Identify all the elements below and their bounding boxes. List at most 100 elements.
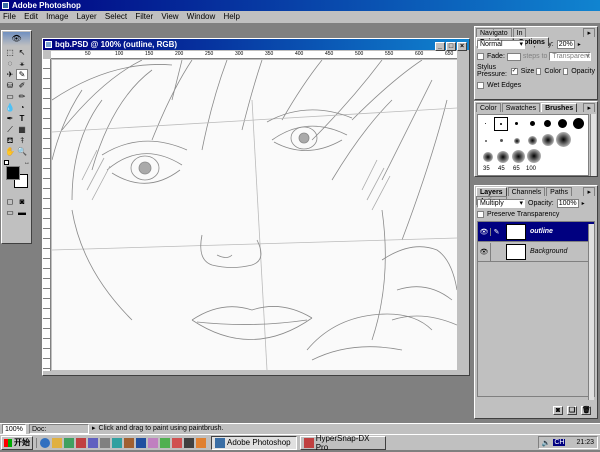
layer-row-outline[interactable]: 👁 ✎ outline — [478, 222, 594, 242]
menu-file[interactable]: File — [3, 12, 16, 21]
app-icon[interactable] — [172, 437, 182, 448]
layer-mask-button[interactable]: ◙ — [553, 405, 563, 415]
layer-link-slot[interactable] — [490, 242, 502, 261]
app-icon[interactable] — [88, 437, 98, 448]
tab-swatches[interactable]: Swatches — [501, 103, 541, 112]
menu-layer[interactable]: Layer — [77, 12, 97, 21]
tab-navigator[interactable]: Navigato — [476, 28, 512, 37]
new-layer-button[interactable]: ❏ — [567, 405, 577, 415]
default-colors-icon[interactable] — [4, 160, 9, 165]
brush-tip[interactable] — [528, 136, 537, 145]
maximize-button[interactable]: □ — [446, 42, 456, 51]
brush-tip[interactable] — [512, 150, 525, 163]
tab-brushes[interactable]: Brushes — [541, 103, 578, 112]
quick-mask-mode-icon[interactable]: ◙ — [16, 196, 28, 207]
task-adobe-photoshop[interactable]: Adobe Photoshop — [211, 435, 297, 450]
brush-tip[interactable] — [497, 151, 509, 163]
gradient-tool-icon[interactable]: ▦ — [16, 124, 28, 135]
tab-channels[interactable]: Channels — [507, 187, 546, 196]
brush-tip[interactable] — [500, 139, 503, 142]
start-button[interactable]: 开始 — [1, 435, 33, 450]
brush-tip[interactable] — [485, 140, 487, 142]
app-icon[interactable] — [112, 437, 122, 448]
eraser-tool-icon[interactable]: ▭ — [4, 91, 16, 102]
app-icon[interactable] — [196, 437, 206, 448]
volume-icon[interactable]: 🔊 — [542, 439, 551, 447]
magic-wand-tool-icon[interactable]: ⚹ — [16, 58, 28, 69]
foreground-color-swatch[interactable] — [6, 166, 20, 180]
color-checkbox[interactable] — [536, 67, 542, 75]
tab-info[interactable]: In — [512, 28, 527, 37]
history-brush-tool-icon[interactable]: ✐ — [16, 80, 28, 91]
paintbrush-tool-icon[interactable]: ✎ — [16, 69, 28, 80]
menu-edit[interactable]: Edit — [24, 12, 38, 21]
document-size[interactable]: Doc: 1.05M/1.95M — [29, 424, 89, 443]
menu-filter[interactable]: Filter — [135, 12, 153, 21]
ie-icon[interactable] — [40, 437, 50, 448]
menu-help[interactable]: Help — [223, 12, 239, 21]
type-tool-icon[interactable]: T — [16, 113, 28, 124]
brush-tip[interactable] — [542, 134, 554, 146]
app-icon[interactable] — [160, 437, 170, 448]
minimize-button[interactable]: _ — [435, 42, 445, 51]
tab-paths[interactable]: Paths — [546, 187, 573, 196]
brush-tip[interactable] — [556, 132, 571, 147]
eyedropper-tool-icon[interactable]: ⤉ — [16, 135, 28, 146]
swap-colors-icon[interactable]: ↔ — [24, 160, 30, 166]
channels-icon[interactable] — [76, 437, 86, 448]
brush-tip[interactable] — [485, 123, 486, 124]
zoom-level[interactable]: 100% — [2, 424, 26, 434]
opacity-value[interactable]: 20% — [556, 40, 575, 49]
menu-select[interactable]: Select — [105, 12, 127, 21]
hand-tool-icon[interactable]: ✋ — [4, 146, 16, 157]
app-icon[interactable] — [136, 437, 146, 448]
brush-tip[interactable] — [573, 118, 584, 129]
brush-tip[interactable] — [530, 121, 535, 126]
layer-brush-icon[interactable]: ✎ — [490, 227, 502, 236]
opacity-slider-icon[interactable]: ▸ — [578, 41, 581, 48]
zoom-tool-icon[interactable]: 🔍 — [16, 146, 28, 157]
layer-opacity-value[interactable]: 100% — [556, 199, 579, 208]
layers-scrollbar[interactable] — [588, 224, 594, 400]
pencil-tool-icon[interactable]: ✏ — [16, 91, 28, 102]
fade-target-select[interactable]: Transparent — [549, 52, 592, 61]
app-icon[interactable] — [100, 437, 110, 448]
pen-tool-icon[interactable]: ✒ — [4, 113, 16, 124]
opacity-checkbox[interactable] — [563, 67, 569, 75]
toolbox-eye-logo[interactable]: 👁 — [3, 32, 30, 46]
language-indicator[interactable]: CH — [553, 439, 566, 446]
menu-window[interactable]: Window — [187, 12, 215, 21]
layer-opacity-slider-icon[interactable]: ▸ — [582, 200, 585, 207]
menu-view[interactable]: View — [161, 12, 178, 21]
standard-mode-icon[interactable]: ◻ — [4, 196, 16, 207]
menu-image[interactable]: Image — [46, 12, 68, 21]
measure-tool-icon[interactable]: ⟋ — [4, 124, 16, 135]
app-icon[interactable] — [184, 437, 194, 448]
color-swatches[interactable]: ↔ — [2, 160, 31, 194]
layer-row-background[interactable]: 👁 Background — [478, 242, 594, 262]
close-button[interactable]: × — [457, 42, 467, 51]
brush-tip[interactable] — [500, 123, 502, 125]
palette-menu-icon[interactable]: ▸ — [583, 28, 595, 37]
fade-steps-input[interactable] — [506, 52, 521, 61]
screen-mode-full-icon[interactable]: ▬ — [16, 207, 28, 218]
brush-tip[interactable] — [527, 149, 541, 163]
status-arrow-icon[interactable]: ▸ — [92, 424, 96, 434]
brush-tip[interactable] — [483, 152, 493, 162]
dodge-tool-icon[interactable]: ◔ — [16, 102, 28, 113]
desktop-icon[interactable] — [64, 437, 74, 448]
brush-tip[interactable] — [515, 122, 518, 125]
brushes-scrollbar[interactable] — [590, 114, 596, 176]
palette-menu-icon[interactable]: ▸ — [583, 103, 595, 112]
task-hypersnap[interactable]: HyperSnap-DX Pro — [300, 434, 386, 452]
size-checkbox[interactable] — [510, 67, 518, 75]
rubber-stamp-tool-icon[interactable]: ⛁ — [4, 80, 16, 91]
layer-visibility-eye-icon[interactable]: 👁 — [478, 228, 490, 236]
lasso-tool-icon[interactable]: ◌ — [4, 58, 16, 69]
wet-edges-checkbox[interactable] — [477, 82, 484, 89]
fade-checkbox[interactable] — [477, 53, 484, 60]
screen-mode-standard-icon[interactable]: ▭ — [4, 207, 16, 218]
brush-grid[interactable]: 35 45 65 100 — [477, 114, 589, 176]
paint-bucket-tool-icon[interactable]: ⛾ — [4, 135, 16, 146]
palette-menu-icon[interactable]: ▸ — [583, 187, 595, 196]
